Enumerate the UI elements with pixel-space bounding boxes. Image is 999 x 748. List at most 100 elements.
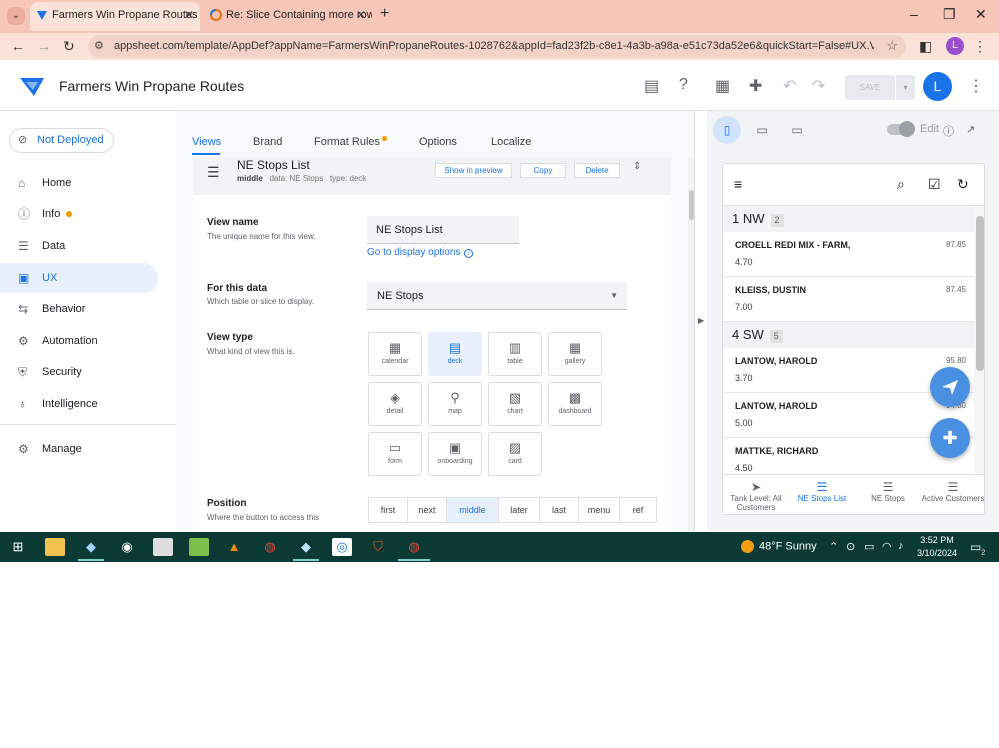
- back-icon[interactable]: ←: [11, 38, 25, 54]
- view-type-table[interactable]: ▥ table: [488, 332, 542, 376]
- position-ref[interactable]: ref: [619, 497, 657, 523]
- media-player-icon[interactable]: ◉: [117, 538, 137, 556]
- sidebar-item-intelligence[interactable]: ♁ Intelligence: [0, 389, 158, 419]
- user-avatar[interactable]: L: [923, 72, 952, 101]
- for-data-select[interactable]: NE Stops ▼: [367, 282, 627, 310]
- help-circle-icon[interactable]: ⓘ: [943, 123, 954, 139]
- spreadsheet-icon[interactable]: [189, 538, 209, 556]
- add-user-icon[interactable]: ✚: [749, 76, 762, 96]
- close-window-button[interactable]: ✕: [975, 6, 987, 23]
- calendar-check-icon[interactable]: ▤: [644, 76, 659, 96]
- view-type-gallery[interactable]: ▦ gallery: [548, 332, 602, 376]
- help-icon[interactable]: ?: [679, 76, 688, 94]
- open-new-window-icon[interactable]: ↗: [966, 123, 975, 136]
- position-middle[interactable]: middle: [446, 497, 499, 523]
- list-item[interactable]: CROELL REDI MIX - FARM, 87.85 4.70: [723, 232, 974, 277]
- windows-start-icon[interactable]: ⊞: [8, 538, 28, 556]
- position-later[interactable]: later: [498, 497, 540, 523]
- view-name-input[interactable]: NE Stops List: [367, 216, 519, 244]
- sidebar-item-automation[interactable]: ⚙ Automation: [0, 326, 158, 356]
- browser-menu-icon[interactable]: ⋮: [973, 38, 987, 55]
- position-next[interactable]: next: [407, 497, 447, 523]
- refresh-icon[interactable]: ↻: [957, 176, 969, 193]
- redo-icon[interactable]: ↷: [812, 76, 825, 96]
- view-type-onboarding[interactable]: ▣ onboarding: [428, 432, 482, 476]
- minimize-button[interactable]: –: [910, 6, 918, 22]
- display-options-link[interactable]: Go to display options i: [367, 247, 474, 258]
- brave-icon[interactable]: ⛉: [368, 538, 388, 556]
- tab-search-button[interactable]: ⌄: [7, 7, 25, 25]
- battery-icon[interactable]: ▭: [864, 540, 874, 553]
- maximize-button[interactable]: ❐: [943, 6, 956, 23]
- volume-icon[interactable]: ♪: [898, 540, 904, 552]
- save-button[interactable]: SAVE: [845, 75, 895, 100]
- vlc-icon[interactable]: ▲: [224, 538, 244, 556]
- desktop-preview-icon[interactable]: ▭: [783, 116, 811, 144]
- app-icon[interactable]: ◎: [332, 538, 352, 556]
- sidebar-item-home[interactable]: ⌂ Home: [0, 168, 158, 198]
- tab-format-rules[interactable]: Format Rules: [314, 136, 388, 148]
- sidebar-item-manage[interactable]: ⚙ Manage: [0, 434, 158, 464]
- view-type-form[interactable]: ▭ form: [368, 432, 422, 476]
- system-clock[interactable]: 3:52 PM 3/10/2024: [913, 534, 961, 560]
- tab-views[interactable]: Views: [192, 136, 221, 148]
- info-icon[interactable]: i: [464, 249, 474, 258]
- nav-tank-level[interactable]: ➤ Tank Level: All Customers: [723, 475, 789, 514]
- show-in-preview-button[interactable]: Show in preview: [435, 163, 512, 178]
- forward-icon[interactable]: →: [37, 38, 51, 54]
- new-tab-button[interactable]: +: [380, 5, 389, 23]
- preview-scroll-thumb[interactable]: [976, 216, 984, 371]
- view-type-card[interactable]: ▨ card: [488, 432, 542, 476]
- view-type-deck[interactable]: ▤ deck: [428, 332, 482, 376]
- delete-button[interactable]: Delete: [574, 163, 620, 178]
- undo-icon[interactable]: ↶: [783, 76, 796, 96]
- group-header[interactable]: 4 SW 5: [723, 322, 974, 348]
- wifi-icon[interactable]: ◠: [882, 540, 892, 553]
- side-panel-icon[interactable]: ◧: [919, 38, 932, 55]
- panel-splitter[interactable]: ▶: [694, 111, 706, 531]
- app-icon[interactable]: ◆: [81, 538, 101, 556]
- sidebar-item-behavior[interactable]: ⇆ Behavior: [0, 294, 158, 324]
- copy-button[interactable]: Copy: [520, 163, 566, 178]
- browser-tab-inactive[interactable]: Re: Slice Containing more rows ✕: [204, 2, 372, 31]
- sidebar-item-security[interactable]: ⛨ Security: [0, 357, 158, 387]
- address-bar[interactable]: ⚙ appsheet.com/template/AppDef?appName=F…: [88, 35, 906, 58]
- reorder-icon[interactable]: ⇕: [633, 161, 641, 172]
- more-options-icon[interactable]: ⋮: [968, 76, 984, 96]
- view-card-header[interactable]: ☰ NE Stops List middle data: NE Stops ty…: [193, 157, 671, 195]
- add-action-button[interactable]: ✚: [930, 418, 970, 458]
- file-explorer-icon[interactable]: [45, 538, 65, 556]
- list-item[interactable]: KLEISS, DUSTIN 87.45 7.00: [723, 277, 974, 322]
- expand-arrow-icon[interactable]: ▶: [698, 316, 704, 325]
- position-last[interactable]: last: [539, 497, 579, 523]
- view-type-detail[interactable]: ◈ detail: [368, 382, 422, 426]
- sidebar-item-info[interactable]: ⓘ Info: [0, 199, 158, 229]
- preview-scrollbar[interactable]: [974, 206, 984, 474]
- tab-localize[interactable]: Localize: [491, 136, 531, 148]
- sort-menu-icon[interactable]: ≡: [734, 176, 742, 192]
- close-tab-icon[interactable]: ✕: [184, 2, 194, 29]
- deploy-status-button[interactable]: ⊘ Not Deployed: [9, 128, 114, 153]
- view-type-dashboard[interactable]: ▩ dashboard: [548, 382, 602, 426]
- select-checkbox-icon[interactable]: ☑: [928, 176, 941, 193]
- view-type-map[interactable]: ⚲ map: [428, 382, 482, 426]
- nav-ne-stops[interactable]: ☰ NE Stops: [855, 475, 921, 514]
- view-type-calendar[interactable]: ▦ calendar: [368, 332, 422, 376]
- browser-profile-avatar[interactable]: L: [946, 37, 964, 55]
- position-first[interactable]: first: [368, 497, 408, 523]
- edit-toggle[interactable]: [887, 121, 915, 137]
- close-tab-icon[interactable]: ✕: [356, 2, 366, 29]
- weather-widget[interactable]: 48°F Sunny: [741, 540, 817, 553]
- chrome-icon[interactable]: ◍: [260, 538, 280, 556]
- tray-icon[interactable]: ⊙: [846, 540, 855, 553]
- tab-options[interactable]: Options: [419, 136, 457, 148]
- search-icon[interactable]: ⌕: [897, 176, 905, 193]
- mobile-preview-icon[interactable]: ▯: [713, 116, 741, 144]
- site-info-icon[interactable]: ⚙: [94, 39, 104, 52]
- bookmark-star-icon[interactable]: ☆: [886, 38, 898, 54]
- reload-icon[interactable]: ↻: [63, 38, 75, 55]
- send-action-button[interactable]: [930, 367, 970, 407]
- document-icon[interactable]: [153, 538, 173, 556]
- notifications-icon[interactable]: ▭2: [970, 540, 985, 556]
- browser-tab-active[interactable]: Farmers Win Propane Routes - ✕: [30, 2, 200, 31]
